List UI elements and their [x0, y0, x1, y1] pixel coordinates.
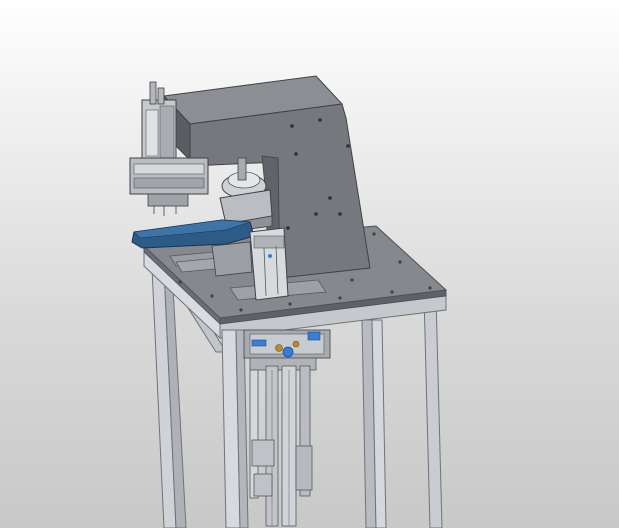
brass-fitting-1 — [275, 344, 283, 352]
cad-viewport[interactable] — [0, 0, 619, 528]
air-fitting-right — [307, 331, 321, 341]
frame-rear-legs — [361, 295, 443, 528]
brass-fitting-2 — [292, 340, 300, 348]
frame-front-legs — [221, 329, 249, 528]
air-fitting-left — [251, 339, 267, 347]
machine-model — [129, 75, 448, 528]
air-valve — [282, 346, 294, 358]
lift-cylinder-assembly — [243, 329, 331, 527]
